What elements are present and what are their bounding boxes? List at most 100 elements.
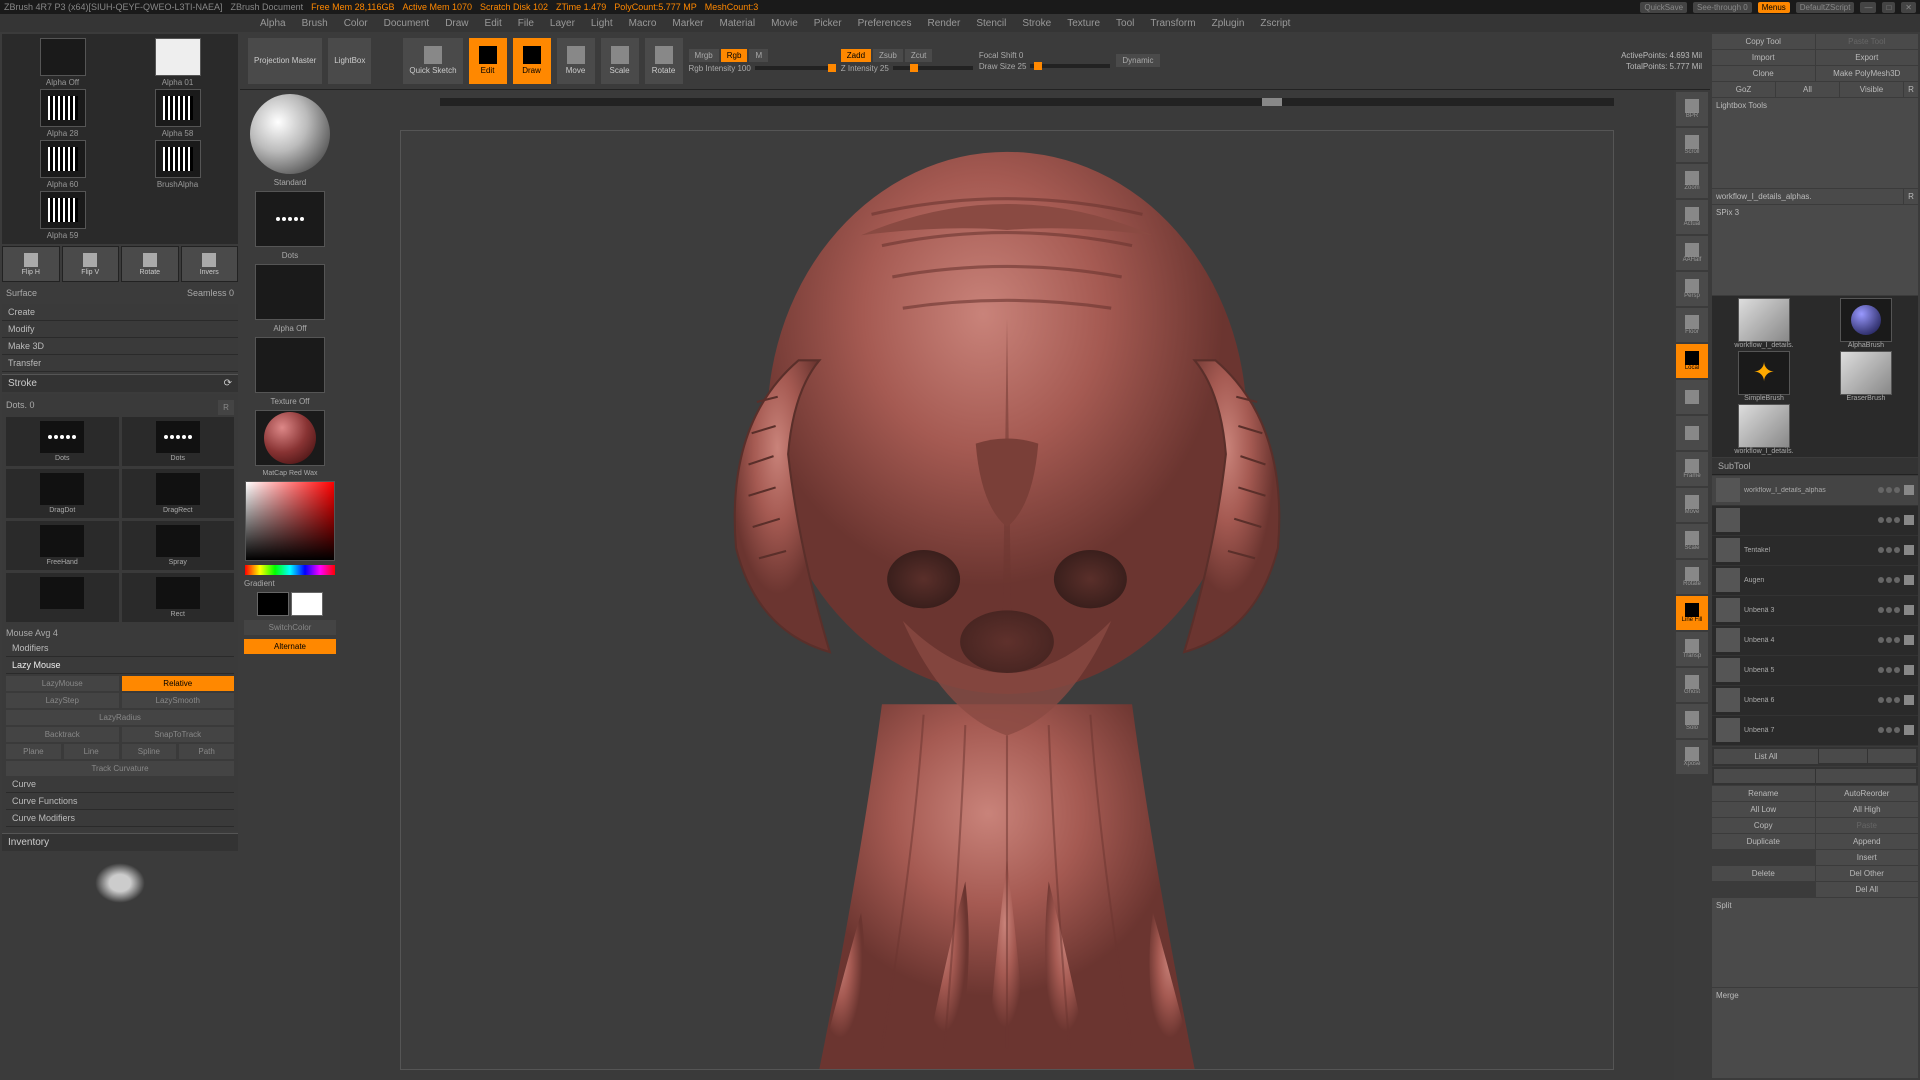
visibility-icon[interactable] [1904,605,1914,615]
move-up-icon[interactable] [1714,769,1815,783]
total-points: TotalPoints: 5.777 Mil [1621,62,1702,71]
import-button[interactable]: Import [1712,50,1815,65]
up-icon[interactable] [1819,749,1867,763]
tool-item[interactable]: workflow_I_details. [1714,298,1814,349]
subtool-row[interactable]: Unbenä 5 [1712,656,1918,686]
visibility-icon[interactable] [1904,485,1914,495]
move-button[interactable]: Move [1676,488,1708,522]
seethrough-slider[interactable]: See-through 0 [1693,2,1752,13]
transp-button[interactable]: Transp [1676,632,1708,666]
del-other-button[interactable]: Del Other [1816,866,1919,881]
subtool-row[interactable]: Tentakel [1712,536,1918,566]
stroke-preview[interactable] [255,191,325,247]
spix-slider[interactable]: SPix 3 [1712,205,1918,295]
xpose-button[interactable]: Xpose [1676,740,1708,774]
tool-name[interactable]: workflow_I_details_alphas. [1712,189,1903,204]
subtool-list: workflow_I_details_alphasTentakelAugenUn… [1712,476,1918,746]
window-max-icon[interactable]: □ [1882,2,1895,13]
frame-button[interactable]: Frame [1676,452,1708,486]
window-min-icon[interactable]: — [1860,2,1876,13]
goz-button[interactable]: GoZ [1712,82,1775,97]
copy-button[interactable]: Copy [1712,818,1815,833]
append-button[interactable]: Append [1816,834,1919,849]
subtool-header[interactable]: SubTool [1712,458,1918,475]
all-high-button[interactable]: All High [1816,802,1919,817]
scroll-button[interactable]: Scroll [1676,128,1708,162]
active-points: ActivePoints: 4.693 Mil [1621,51,1702,60]
visibility-icon[interactable] [1904,515,1914,525]
down-icon[interactable] [1868,749,1916,763]
export-button[interactable]: Export [1816,50,1919,65]
menus-toggle[interactable]: Menus [1758,2,1790,13]
scale-button[interactable]: Scale [1676,524,1708,558]
viewport[interactable] [340,90,1674,1080]
ghost-button[interactable]: Ghost [1676,668,1708,702]
rename-button[interactable]: Rename [1712,786,1815,801]
curve-header[interactable]: Curve [6,776,234,793]
paste-button[interactable]: Paste [1816,818,1919,833]
solo-button[interactable]: Solo [1676,704,1708,738]
default-zscript[interactable]: DefaultZScript [1796,2,1855,13]
move-down-icon[interactable] [1816,769,1917,783]
aahalf-button[interactable]: AAHalf [1676,236,1708,270]
menu-zscript[interactable]: Zscript [1260,18,1290,29]
blank-button[interactable] [1676,416,1708,450]
split-header[interactable]: Split [1712,898,1918,988]
all-button[interactable]: All [1776,82,1839,97]
visibility-icon[interactable] [1904,575,1914,585]
curve-functions-header[interactable]: Curve Functions [6,793,234,810]
subtool-row[interactable]: workflow_I_details_alphas [1712,476,1918,506]
actual-button[interactable]: Actual [1676,200,1708,234]
subtool-row[interactable] [1712,506,1918,536]
inventory-header[interactable]: Inventory [2,833,238,851]
subtool-row[interactable]: Unbenä 6 [1712,686,1918,716]
tool-item[interactable]: ✦SimpleBrush [1714,351,1814,402]
sculpt-model [401,131,1613,1069]
brush-column: Standard Dots Alpha Off Texture Off MatC… [240,90,340,1080]
bpr-button[interactable]: BPR [1676,92,1708,126]
paste-tool-button[interactable]: Paste Tool [1816,34,1919,49]
visibility-icon[interactable] [1904,635,1914,645]
window-close-icon[interactable]: ✕ [1901,2,1916,13]
r-button-2[interactable]: R [1904,189,1918,204]
delete-button[interactable]: Delete [1712,866,1815,881]
subtool-row[interactable]: Augen [1712,566,1918,596]
visibility-icon[interactable] [1904,725,1914,735]
visibility-icon[interactable] [1904,545,1914,555]
visibility-icon[interactable] [1904,665,1914,675]
zoom-button[interactable]: Zoom [1676,164,1708,198]
visible-button[interactable]: Visible [1840,82,1903,97]
del-all-button[interactable]: Del All [1816,882,1919,897]
all-low-button[interactable]: All Low [1712,802,1815,817]
right-panel: Copy ToolPaste Tool ImportExport CloneMa… [1710,32,1920,1080]
subtool-row[interactable]: Unbenä 4 [1712,626,1918,656]
timeline-scrubber[interactable] [440,98,1614,106]
line-fill-button[interactable]: Line Fill [1676,596,1708,630]
lightbox-tools[interactable]: Lightbox Tools [1712,98,1918,188]
butterfly-icon [95,863,145,903]
tool-item[interactable]: workflow_I_details. [1714,404,1814,455]
autoreorder-button[interactable]: AutoReorder [1816,786,1919,801]
rotate-button[interactable]: Rotate [1676,560,1708,594]
local-button[interactable]: Local [1676,344,1708,378]
r-button[interactable]: R [1904,82,1918,97]
tool-item[interactable]: AlphaBrush [1816,298,1916,349]
curve-modifiers-header[interactable]: Curve Modifiers [6,810,234,827]
clone-button[interactable]: Clone [1712,66,1815,81]
tool-item[interactable]: EraserBrush [1816,351,1916,402]
persp-button[interactable]: Persp [1676,272,1708,306]
blank-button[interactable] [1676,380,1708,414]
subtool-row[interactable]: Unbenä 3 [1712,596,1918,626]
make-polymesh-button[interactable]: Make PolyMesh3D [1816,66,1919,81]
duplicate-button[interactable]: Duplicate [1712,834,1815,849]
copy-tool-button[interactable]: Copy Tool [1712,34,1815,49]
insert-button[interactable]: Insert [1816,850,1919,865]
visibility-icon[interactable] [1904,695,1914,705]
list-all-button[interactable]: List All [1714,749,1818,764]
floor-button[interactable]: Floor [1676,308,1708,342]
quicksave-button[interactable]: QuickSave [1640,2,1687,13]
track-curvature[interactable]: Track Curvature [6,761,234,776]
color-picker[interactable] [245,481,335,561]
subtool-row[interactable]: Unbenä 7 [1712,716,1918,746]
merge-header[interactable]: Merge [1712,988,1918,1078]
